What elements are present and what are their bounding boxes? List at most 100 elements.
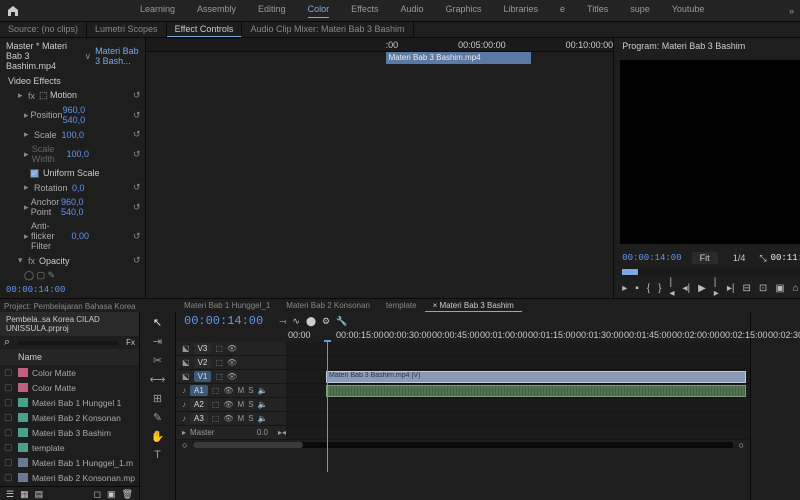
razor-icon[interactable]: ⟷	[150, 373, 166, 386]
workspace-tab[interactable]: Learning	[140, 4, 175, 18]
workspace-tab[interactable]: Graphics	[445, 4, 481, 18]
new-item-icon[interactable]: ▣	[107, 489, 116, 498]
workspace-tab[interactable]: e	[560, 4, 565, 18]
audio-track[interactable]: ♪A2⬚👁MS🔈	[176, 398, 750, 412]
workspace-tab[interactable]: Libraries	[504, 4, 539, 18]
type-icon[interactable]: T	[154, 449, 161, 461]
project-item[interactable]: ▢Materi Bab 3 Bashim	[0, 425, 139, 440]
effect-row[interactable]: ▸Scale Width100,0↺	[0, 142, 145, 166]
project-item[interactable]: ▢Color Matte	[0, 380, 139, 395]
workspace-tab[interactable]: Youtube	[672, 4, 705, 18]
program-viewer[interactable]	[620, 60, 800, 244]
set-in-icon[interactable]: {	[647, 283, 650, 294]
marker-icon[interactable]: ▪	[635, 283, 639, 294]
fit-dropdown[interactable]: Fit	[692, 252, 718, 264]
tool-palette: ↖ ⇥ ✂ ⟷ ⊞ ✎ ✋ T	[140, 312, 176, 500]
project-item[interactable]: ▢Materi Bab 1 Hunggel_1.m	[0, 455, 139, 470]
play-icon[interactable]: ▶	[698, 283, 706, 294]
extract-icon[interactable]: ⊡	[759, 283, 767, 294]
effect-row[interactable]: ▸Position960,0 540,0↺	[0, 103, 145, 127]
audio-clip[interactable]	[326, 385, 746, 397]
hand-icon[interactable]: ✋	[151, 430, 165, 443]
icon-view-icon[interactable]: ▦	[20, 489, 29, 498]
fraction-label[interactable]: 1/4	[733, 253, 746, 263]
effect-row[interactable]: ✓Uniform Scale	[0, 166, 145, 180]
project-file[interactable]: Pembela..sa Korea CILAD UNISSULA.prproj	[0, 312, 139, 336]
effect-row[interactable]: ◯ ▢ ✎	[0, 268, 145, 282]
effect-row[interactable]: ▸Anchor Point960,0 540,0↺	[0, 195, 145, 219]
new-bin-icon[interactable]: ◻	[94, 489, 101, 498]
audio-track[interactable]: ♪A1⬚👁MS🔈	[176, 384, 750, 398]
selection-tool-icon[interactable]: ↖	[153, 316, 162, 329]
effect-row[interactable]: ▸Scale100,0↺	[0, 127, 145, 142]
mark-in-icon[interactable]: ▸	[622, 283, 627, 294]
video-track[interactable]: ⬕V2⬚👁	[176, 356, 750, 370]
project-item[interactable]: ▢Materi Bab 2 Konsonan.mp	[0, 470, 139, 485]
zoom-in-icon[interactable]: ○	[739, 440, 744, 450]
camera-icon[interactable]: ⌂	[793, 283, 799, 294]
workspace-tab[interactable]: Audio	[400, 4, 423, 18]
video-clip[interactable]: Materi Bab 3 Bashim.mp4 [V]	[326, 371, 746, 383]
project-item[interactable]: ▢Materi Bab 2 Konsonan	[0, 410, 139, 425]
settings-icon[interactable]: ⚙	[322, 316, 330, 327]
playhead[interactable]	[327, 342, 328, 472]
timeline-timecode[interactable]: 00:00:14:00	[176, 311, 271, 331]
sequence-tab[interactable]: template	[378, 299, 425, 312]
effect-clip-bar[interactable]: Materi Bab 3 Bashim.mp4	[386, 52, 531, 64]
project-search[interactable]	[18, 341, 118, 345]
project-item[interactable]: ▢template	[0, 440, 139, 455]
effect-ruler[interactable]: :00 00:05:00:00 00:10:00:00	[146, 38, 614, 52]
pen-icon[interactable]: ✎	[153, 411, 162, 424]
timeline-scrollbar[interactable]	[193, 442, 732, 448]
sequence-tab[interactable]: Materi Bab 2 Konsonan	[278, 299, 378, 312]
freeform-view-icon[interactable]: ▤	[35, 489, 44, 498]
ripple-edit-icon[interactable]: ✂	[153, 354, 162, 367]
panel-tab[interactable]: Source: (no clips)	[0, 22, 87, 37]
effect-row[interactable]: Video Effects	[0, 74, 145, 88]
project-item[interactable]: ▢Materi Bab 1 Hunggel 1	[0, 395, 139, 410]
panel-tab[interactable]: Audio Clip Mixer: Materi Bab 3 Bashim	[242, 22, 413, 37]
effect-row[interactable]: ▸fx⬚ Motion↺	[0, 88, 145, 103]
search-icon[interactable]: ⌕	[4, 336, 10, 349]
project-item[interactable]: ▢Color Matte	[0, 365, 139, 380]
zoom-out-icon[interactable]: ○	[182, 440, 187, 450]
sequence-tab[interactable]: × Materi Bab 3 Bashim	[425, 299, 522, 312]
track-select-icon[interactable]: ⇥	[153, 335, 162, 348]
overflow-icon[interactable]: »	[789, 6, 794, 16]
program-timecode[interactable]: 00:00:14:00	[622, 253, 681, 263]
snap-icon[interactable]: ⤙	[279, 316, 286, 327]
audio-track[interactable]: ♪A3⬚👁MS🔈	[176, 412, 750, 426]
effect-row[interactable]: ▸Anti-flicker Filter0,00↺	[0, 219, 145, 253]
go-in-icon[interactable]: |◂	[669, 277, 674, 299]
workspace-tab[interactable]: Color	[308, 4, 330, 18]
panel-tab[interactable]: Effect Controls	[167, 22, 243, 37]
effect-row[interactable]: ▾fxOpacity↺	[0, 253, 145, 268]
linked-sel-icon[interactable]: ∿	[292, 316, 300, 327]
trash-icon[interactable]: 🗑	[122, 489, 133, 498]
workspace-tab[interactable]: Titles	[587, 4, 608, 18]
set-out-icon[interactable]: }	[658, 283, 661, 294]
effect-row[interactable]: ▸Rotation0,0↺	[0, 180, 145, 195]
project-tab[interactable]: Project: Pembelajaran Bahasa Korea CILAD	[0, 299, 140, 312]
list-view-icon[interactable]: ☰	[6, 489, 14, 498]
video-track[interactable]: ⬕V3⬚👁	[176, 342, 750, 356]
workspace-tab[interactable]: Editing	[258, 4, 286, 18]
timeline-ruler[interactable]: 00:0000:00:15:0000:00:30:0000:00:45:0000…	[176, 330, 750, 342]
home-icon[interactable]	[6, 4, 20, 18]
go-out-icon[interactable]: ▸|	[727, 283, 735, 294]
marker2-icon[interactable]: ⬤	[306, 316, 316, 327]
transport-bar: ▸ ▪ { } |◂ ◂| ▶ |▸ ▸| ⊟ ⊡ ▣ ⌂ ▤ +	[614, 278, 800, 298]
wrench-icon[interactable]: 🔧	[336, 316, 347, 327]
export-frame-icon[interactable]: ▣	[775, 283, 784, 294]
step-back-icon[interactable]: ◂|	[682, 283, 690, 294]
workspace-tab[interactable]: supe	[630, 4, 650, 18]
slip-icon[interactable]: ⊞	[153, 392, 162, 405]
workspace-tab[interactable]: Assembly	[197, 4, 236, 18]
lift-icon[interactable]: ⊟	[742, 283, 750, 294]
panel-tab[interactable]: Lumetri Scopes	[87, 22, 167, 37]
program-scrubber[interactable]	[622, 268, 800, 276]
step-fwd-icon[interactable]: |▸	[714, 277, 719, 299]
name-header[interactable]: Name	[18, 352, 42, 362]
video-track[interactable]: ⬕V1⬚👁Materi Bab 3 Bashim.mp4 [V]	[176, 370, 750, 384]
workspace-tab[interactable]: Effects	[351, 4, 378, 18]
